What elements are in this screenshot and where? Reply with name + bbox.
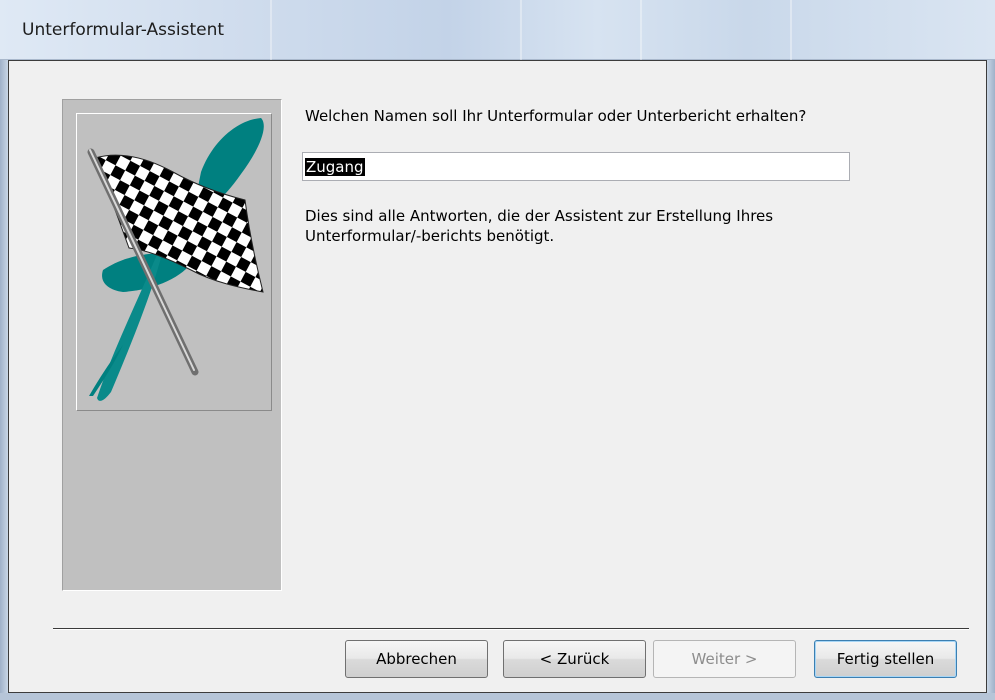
back-button[interactable]: < Zurück xyxy=(503,640,646,678)
cancel-button[interactable]: Abbrechen xyxy=(345,640,488,678)
wizard-window: Unterformular-Assistent Welchen Namen so… xyxy=(0,0,995,700)
title-bar[interactable]: Unterformular-Assistent xyxy=(0,0,995,60)
wizard-question: Welchen Namen soll Ihr Unterformular ode… xyxy=(305,107,807,125)
wizard-side-panel xyxy=(62,99,282,591)
finish-button[interactable]: Fertig stellen xyxy=(814,640,957,678)
subform-name-value[interactable]: Zugang xyxy=(305,158,365,176)
wizard-client-area: Welchen Namen soll Ihr Unterformular ode… xyxy=(8,60,987,693)
window-title: Unterformular-Assistent xyxy=(22,20,225,40)
wizard-info-text: Dies sind alle Antworten, die der Assist… xyxy=(305,206,905,246)
next-button[interactable]: Weiter > xyxy=(653,640,796,678)
window-frame-bottom xyxy=(0,693,995,700)
window-frame-left xyxy=(0,60,8,700)
wizard-info-line-1: Dies sind alle Antworten, die der Assist… xyxy=(305,207,774,225)
back-button-label: < Zurück xyxy=(539,650,610,668)
button-separator xyxy=(53,628,969,630)
wizard-info-line-2: Unterformular/-berichts benötigt. xyxy=(305,227,555,245)
next-button-label: Weiter > xyxy=(691,650,758,668)
finish-button-label: Fertig stellen xyxy=(836,650,935,668)
window-frame-right xyxy=(987,60,995,700)
subform-name-input[interactable]: Zugang xyxy=(302,152,850,181)
checkered-flag-icon xyxy=(87,118,264,401)
